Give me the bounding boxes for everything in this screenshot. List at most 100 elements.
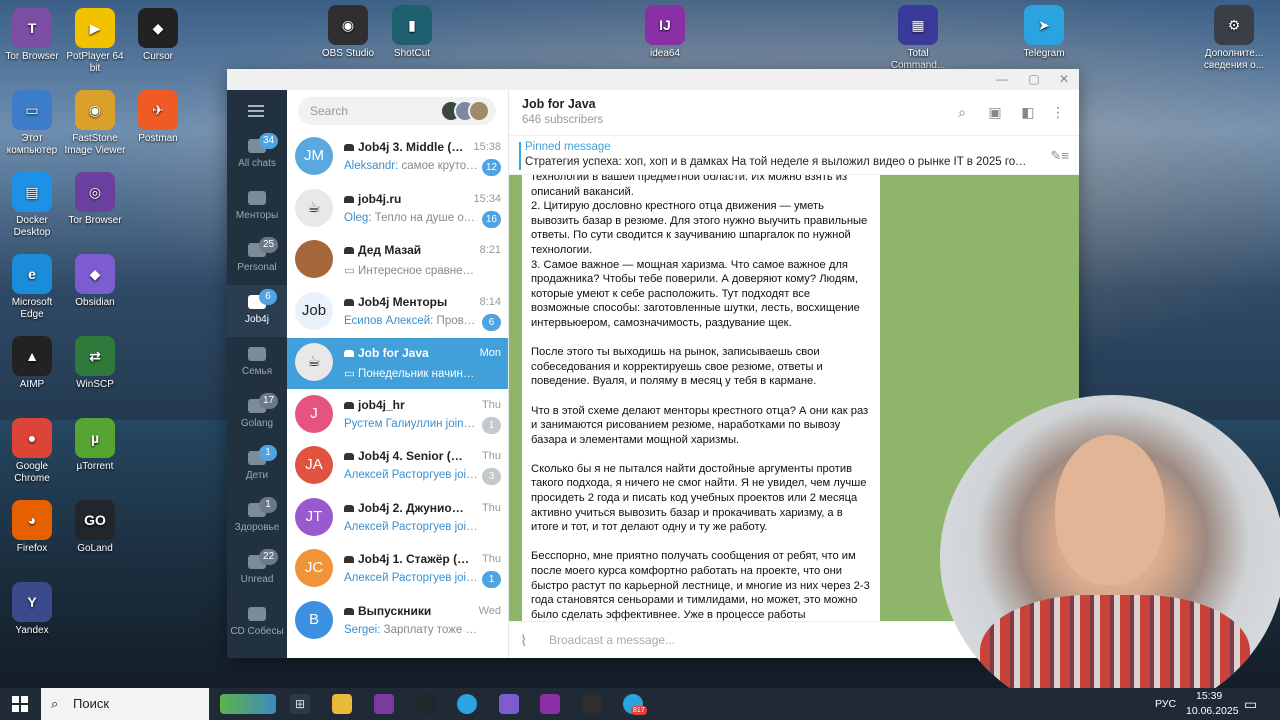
- notifications-icon[interactable]: ▭: [1244, 696, 1257, 713]
- chat-list-item[interactable]: JT Job4j 2. Джуниор. Da... Thu Алексей Раст…: [287, 493, 508, 544]
- desktop-icon[interactable]: ▦ Total Command...: [886, 5, 950, 72]
- discussion-icon[interactable]: ▣: [987, 104, 1003, 120]
- chat-list-item[interactable]: Jjob4j_hr Thu Рустем Галиуллин joined... 1: [287, 390, 508, 441]
- chat-preview-sender: Алексей Расторгуев join...: [344, 572, 478, 584]
- desktop-icon[interactable]: GO GoLand: [63, 500, 127, 555]
- chat-name: Job4j 1. Стажёр (Син...: [344, 552, 470, 566]
- desktop-icon[interactable]: T Tor Browser: [0, 8, 64, 63]
- folder-unread-badge: 1: [259, 497, 277, 513]
- chat-list-item[interactable]: BВыпускникиWedSergei: Зарплату тоже тайн…: [287, 596, 508, 647]
- chat-avatar: B: [295, 600, 333, 639]
- folder-item[interactable]: Unread 22: [227, 545, 287, 597]
- chat-header[interactable]: Job for Java 646 subscribers ⌕ ▣ ◧ ⋮: [509, 90, 1079, 135]
- app-icon: IJ: [645, 5, 685, 45]
- folder-item[interactable]: CD Собесы: [227, 597, 287, 649]
- sidebar-toggle-icon[interactable]: ◧: [1020, 104, 1036, 120]
- desktop-icon[interactable]: ◆ Obsidian: [63, 254, 127, 309]
- desktop-icon[interactable]: ◆ Cursor: [126, 8, 190, 63]
- clock-date[interactable]: 10.06.2025: [1186, 705, 1239, 717]
- chat-list-item[interactable]: JM Job4j 3. Middle (Thr... 15:38 Aleksandr:…: [287, 132, 508, 183]
- chat-list-item[interactable]: ☕ Job for Java Mon ▭ Понедельник начинает..…: [287, 338, 508, 389]
- pinned-list-icon[interactable]: ✎≡: [1051, 148, 1069, 164]
- chat-list-item[interactable]: Дед Мазай 8:21 ▭ Интересное сравнени...: [287, 235, 508, 286]
- message-input[interactable]: Broadcast a message...: [549, 633, 675, 647]
- telegram-active-taskbar-icon[interactable]: 817: [623, 694, 647, 715]
- attach-icon[interactable]: ⌇: [520, 632, 527, 650]
- desktop-icon[interactable]: ⇄ WinSCP: [63, 336, 127, 391]
- desktop-icon[interactable]: ◉ OBS Studio: [316, 5, 380, 60]
- folder-label: Здоровье: [234, 522, 280, 533]
- chat-list-item[interactable]: Job Job4j Менторы 8:14 Есипов Алексей: Пров…: [287, 287, 508, 338]
- task-view-icon[interactable]: ⊞: [290, 694, 310, 714]
- close-icon[interactable]: ✕: [1057, 72, 1071, 86]
- desktop-icon[interactable]: ◉ FastStone Image Viewer: [63, 90, 127, 157]
- file-explorer-icon[interactable]: [332, 694, 352, 714]
- chat-list-item[interactable]: JA Job4j 4. Senior (DevO... Thu Алексей Рас…: [287, 441, 508, 492]
- pinned-title: Pinned message: [525, 141, 611, 153]
- desktop-icon[interactable]: ▮ ShotCut: [380, 5, 444, 60]
- desktop-icon-label: OBS Studio: [321, 48, 375, 59]
- desktop-icon[interactable]: ➤ Telegram: [1012, 5, 1076, 60]
- app-icon: ◆: [75, 254, 115, 294]
- folder-item[interactable]: Дети 1: [227, 441, 287, 493]
- desktop-icon[interactable]: ▤ Docker Desktop: [0, 172, 64, 239]
- chat-list-item[interactable]: ☕ job4j.ru 15:34 Oleg: Тепло на душе от т..…: [287, 184, 508, 235]
- desktop-icon[interactable]: ▲ AIMP: [0, 336, 64, 391]
- group-icon: [344, 607, 354, 615]
- folder-item[interactable]: Golang 17: [227, 389, 287, 441]
- chat-unread-badge: 16: [481, 210, 501, 228]
- app-icon: ◉: [75, 90, 115, 130]
- folder-item[interactable]: Job4j 6: [227, 285, 287, 337]
- chat-preview: Алексей Расторгуев join...: [344, 469, 478, 481]
- folder-item[interactable]: Здоровье 1: [227, 493, 287, 545]
- chat-preview: Алексей Расторгуев joined t...: [344, 521, 478, 533]
- desktop-icon[interactable]: IJ idea64: [633, 5, 697, 60]
- message-paragraph: технологии в вашей предметной области. И…: [531, 175, 868, 329]
- desktop-icon[interactable]: ◕ Firefox: [0, 500, 64, 555]
- desktop-icon[interactable]: e Microsoft Edge: [0, 254, 64, 321]
- pinned-message[interactable]: Pinned message Стратегия успеха: хоп, хо…: [509, 135, 1079, 175]
- stories-avatars[interactable]: [440, 100, 492, 122]
- obsidian-taskbar-icon[interactable]: [499, 694, 519, 714]
- search-icon[interactable]: ⌕: [954, 104, 970, 120]
- taskbar-search[interactable]: ⌕ Поиск: [41, 688, 209, 720]
- telegram-taskbar-icon[interactable]: [457, 694, 477, 714]
- desktop-icon[interactable]: ▶ PotPlayer 64 bit: [63, 8, 127, 75]
- desktop-icon[interactable]: ⚙ Дополните... сведения о...: [1202, 5, 1266, 72]
- desktop-icon-label: Дополните... сведения о...: [1203, 48, 1265, 71]
- language-indicator[interactable]: РУС: [1155, 698, 1176, 710]
- obs-taskbar-icon[interactable]: [582, 694, 602, 714]
- desktop-icon[interactable]: ◎ Tor Browser: [63, 172, 127, 227]
- chat-preview: Есипов Алексей: Провер...: [344, 315, 478, 327]
- desktop-icon[interactable]: ✈ Postman: [126, 90, 190, 145]
- chat-list-item[interactable]: JC Job4j 1. Стажёр (Син... Thu Алексей Раст…: [287, 544, 508, 595]
- desktop-icon[interactable]: Y Yandex: [0, 582, 64, 637]
- goland-taskbar-icon[interactable]: [416, 694, 436, 714]
- desktop-icon[interactable]: ▭ Этот компьютер: [0, 90, 64, 157]
- folder-item[interactable]: Менторы: [227, 181, 287, 233]
- folder-label: All chats: [238, 158, 276, 169]
- chat-preview: ▭ Понедельник начинает...: [344, 366, 478, 380]
- search-input[interactable]: Search: [298, 97, 496, 125]
- minimize-icon[interactable]: —: [995, 72, 1009, 86]
- chat-name-text: Job4j Менторы: [358, 294, 448, 309]
- group-icon: [344, 401, 354, 409]
- weather-widget-icon[interactable]: [220, 694, 276, 714]
- folder-item[interactable]: All chats 34: [227, 129, 287, 181]
- maximize-icon[interactable]: ▢: [1027, 72, 1041, 86]
- more-icon[interactable]: ⋮: [1050, 104, 1066, 120]
- chat-preview: ▭ Интересное сравнени...: [344, 263, 478, 277]
- idea-taskbar-icon[interactable]: [540, 694, 560, 714]
- desktop-icon[interactable]: µ µTorrent: [63, 418, 127, 473]
- folder-label: Personal: [237, 262, 277, 273]
- clock-time[interactable]: 15:39: [1196, 690, 1222, 702]
- folder-item[interactable]: Семья: [227, 337, 287, 389]
- chat-avatar: JC: [295, 549, 333, 587]
- menu-icon[interactable]: [248, 105, 264, 120]
- folder-item[interactable]: Personal 25: [227, 233, 287, 285]
- total-commander-icon[interactable]: [374, 694, 394, 714]
- chat-name: job4j_hr: [344, 398, 470, 412]
- desktop-icon[interactable]: ● Google Chrome: [0, 418, 64, 485]
- chat-preview-text: Зарплату тоже тайно ...: [383, 623, 478, 636]
- windows-start-icon[interactable]: [12, 696, 28, 712]
